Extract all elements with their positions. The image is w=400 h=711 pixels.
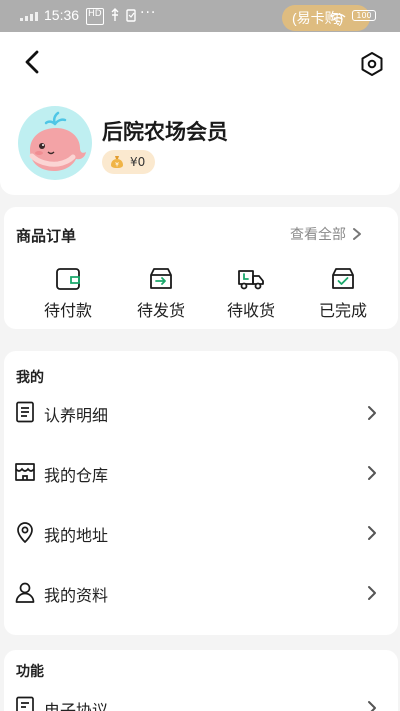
top-bar [0,32,400,92]
balance-amount: ¥0 [130,155,146,169]
order-tab-label: 已完成 [318,301,367,320]
clipboard-icon [126,8,136,25]
menu-item-label: 我的仓库 [44,466,109,485]
status-bar: 15:36 HD ··· (易卡购) 100 [0,0,400,32]
wallet-icon [56,268,80,290]
box-check-icon [332,268,354,289]
profile-name: 后院农场会员 [102,120,228,144]
order-tab-pending-shipment[interactable]: 待发货 [121,267,201,323]
view-all-orders-link[interactable]: 查看全部 [290,224,362,244]
menu-item-my-profile[interactable]: 我的资料 [4,563,398,623]
chevron-right-icon [368,466,376,480]
whale-avatar-icon [29,111,86,171]
order-tab-pending-receipt[interactable]: 待收货 [211,267,291,323]
menu-item-label: 认养明细 [44,406,109,425]
chevron-right-icon [368,406,376,420]
list-doc-icon [16,401,34,423]
mine-card: 我的 认养明细 我的仓库 我的地址 我的资料 [4,351,398,635]
back-button[interactable] [20,48,46,76]
signal-icon [20,12,38,21]
order-status-tabs: 待付款 待发货 待收货 已完成 [4,267,398,323]
store-icon [15,463,35,481]
order-tab-label: 待付款 [43,301,92,320]
menu-item-label: 我的资料 [44,586,109,605]
orders-title: 商品订单 [16,227,77,245]
view-all-label: 查看全部 [290,227,346,243]
menu-item-my-warehouse[interactable]: 我的仓库 [4,443,398,503]
avatar[interactable] [18,106,92,180]
money-bag-icon: ¥ [111,156,123,169]
location-pin-icon [17,522,33,543]
functions-card: 功能 电子协议 [4,650,398,711]
menu-item-label: 电子协议 [44,701,109,711]
balance-badge[interactable]: ¥ ¥0 [102,150,156,174]
orders-card: 商品订单 查看全部 待付款 待发货 待收货 已完成 [4,207,398,329]
order-tab-pending-payment[interactable]: 待付款 [28,267,108,323]
menu-item-label: 我的地址 [44,526,109,545]
agreement-icon [16,696,34,711]
chevron-left-icon [25,50,39,74]
more-notifications: ··· [140,5,157,21]
order-tab-label: 待发货 [136,301,185,320]
profile-card: 后院农场会员 ¥ ¥0 [0,92,400,195]
svg-text:¥: ¥ [115,162,119,169]
chevron-right-icon [368,701,376,711]
status-time: 15:36 [44,7,80,23]
menu-item-my-address[interactable]: 我的地址 [4,503,398,563]
usb-icon [110,8,120,25]
order-tab-completed[interactable]: 已完成 [303,267,383,323]
status-icons: HD [86,8,136,25]
hd-icon: HD [86,8,104,25]
battery-icon: 100 [352,10,376,21]
wifi-icon [330,10,346,29]
menu-item-adoption-details[interactable]: 认养明细 [4,383,398,443]
box-arrow-icon [150,268,172,289]
settings-button[interactable] [358,50,386,78]
truck-icon [238,270,264,290]
order-tab-label: 待收货 [226,301,275,320]
user-icon [15,582,35,603]
chevron-right-icon [368,526,376,540]
hexagon-settings-icon [361,52,383,76]
menu-item-e-agreement[interactable]: 电子协议 [4,678,398,711]
chevron-right-icon [353,228,361,240]
chevron-right-icon [368,586,376,600]
